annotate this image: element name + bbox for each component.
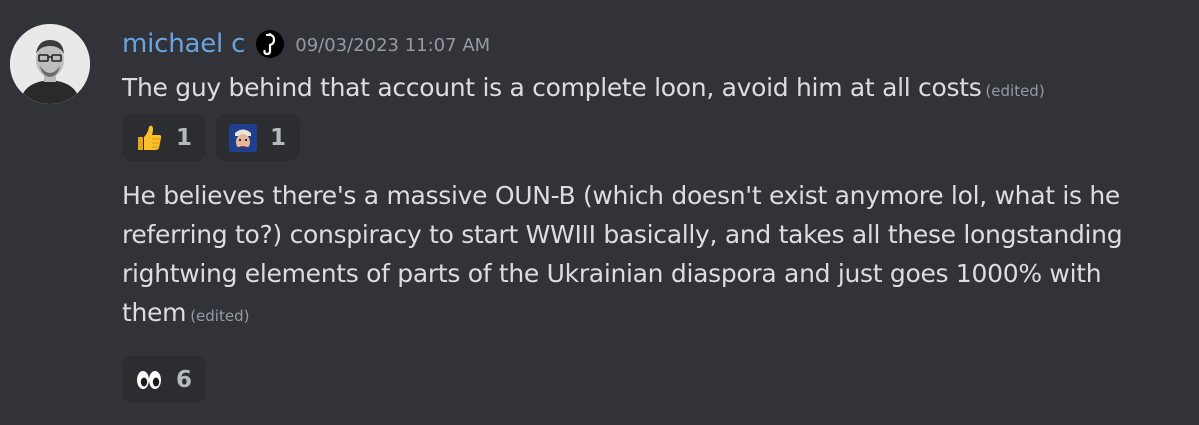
reaction-count: 6 — [176, 366, 193, 393]
message-text: The guy behind that account is a complet… — [122, 73, 982, 102]
eyes-icon — [134, 365, 164, 395]
message-content: The guy behind that account is a complet… — [122, 68, 1182, 111]
message-text: He believes there's a massive OUN-B (whi… — [122, 181, 1123, 327]
reaction-eyes[interactable]: 6 — [122, 356, 207, 403]
reaction-count: 1 — [176, 124, 193, 151]
reaction-thumbs-up[interactable]: 1 — [122, 114, 207, 161]
message-content: He believes there's a massive OUN-B (whi… — [122, 176, 1172, 336]
timestamp: 09/03/2023 11:07 AM — [295, 35, 491, 56]
thumbs-up-icon — [134, 123, 164, 153]
reaction-count: 1 — [270, 124, 287, 151]
custom-face-emoji-icon — [228, 123, 258, 153]
reactions-bar: 6 — [122, 356, 207, 403]
question-hook-icon[interactable] — [255, 29, 285, 59]
username[interactable]: michael c — [122, 29, 245, 59]
reaction-custom-face[interactable]: 1 — [216, 114, 301, 161]
message-header: michael c 09/03/2023 11:07 AM — [122, 26, 490, 62]
avatar[interactable] — [10, 24, 90, 104]
edited-label: (edited) — [190, 307, 250, 325]
edited-label: (edited) — [985, 82, 1045, 100]
reactions-bar: 1 1 — [122, 114, 301, 161]
user-avatar — [10, 24, 90, 104]
